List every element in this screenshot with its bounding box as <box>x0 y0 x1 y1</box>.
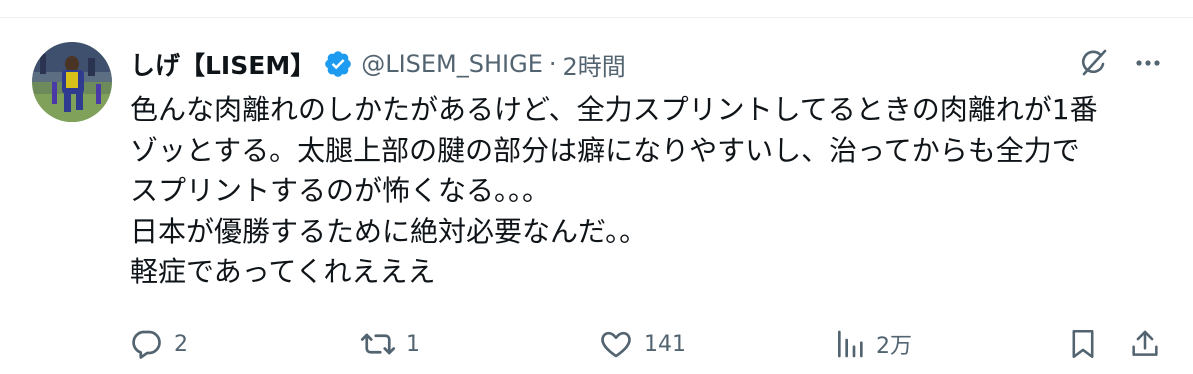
views-icon <box>838 330 863 358</box>
separator-dot: · <box>548 50 557 78</box>
tweet-text-line: 日本が優勝するために絶対必要なんだ。。 <box>130 214 648 248</box>
tweet-text-line: ゾッとする。太腿上部の腱の部分は癖になりやすいし、治ってからも全力で <box>130 133 1080 167</box>
tweet-header: しげ【LISEM】 @LISEM_SHIGE · 2時間 <box>130 44 626 84</box>
repost-icon <box>360 333 396 355</box>
like-icon <box>601 331 631 358</box>
views-button[interactable]: 2万 <box>834 324 912 364</box>
tweet-text-line: 軽症であってくれえええ <box>130 255 436 288</box>
repost-button[interactable]: 1 <box>360 324 420 364</box>
share-icon <box>1132 330 1158 356</box>
avatar[interactable] <box>32 42 112 122</box>
bookmark-button[interactable] <box>1066 324 1100 364</box>
like-count: 141 <box>644 331 686 357</box>
author-handle[interactable]: @LISEM_SHIGE <box>361 50 543 78</box>
share-button[interactable] <box>1128 324 1162 364</box>
reply-count: 2 <box>174 331 188 357</box>
header-actions <box>1077 46 1163 80</box>
grok-icon[interactable] <box>1077 46 1111 80</box>
tweet-text-line: 色んな肉離れのしかたがあるけど、全力スプリントしてるときの肉離れが1番 <box>130 93 1098 126</box>
repost-count: 1 <box>406 331 420 357</box>
tweet-text-line: スプリントするのが怖くなる。。。 <box>130 174 551 207</box>
timestamp[interactable]: 2時間 <box>563 47 626 82</box>
like-button[interactable]: 141 <box>598 324 686 364</box>
author-display-name[interactable]: しげ【LISEM】 <box>130 46 315 82</box>
more-icon[interactable] <box>1133 48 1163 78</box>
reply-button[interactable]: 2 <box>128 324 188 364</box>
tweet-text: 色んな肉離れのしかたがあるけど、全力スプリントしてるときの肉離れが1番 ゾッとす… <box>130 90 1170 293</box>
reply-icon <box>132 330 161 359</box>
verified-badge-icon[interactable] <box>323 49 353 79</box>
action-bar: 2 1 141 2万 <box>128 324 1168 364</box>
views-count: 2万 <box>876 334 912 359</box>
bookmark-icon <box>1072 329 1094 359</box>
tweet-card[interactable]: しげ【LISEM】 @LISEM_SHIGE · 2時間 色んな肉離れのしかたが… <box>0 18 1193 374</box>
